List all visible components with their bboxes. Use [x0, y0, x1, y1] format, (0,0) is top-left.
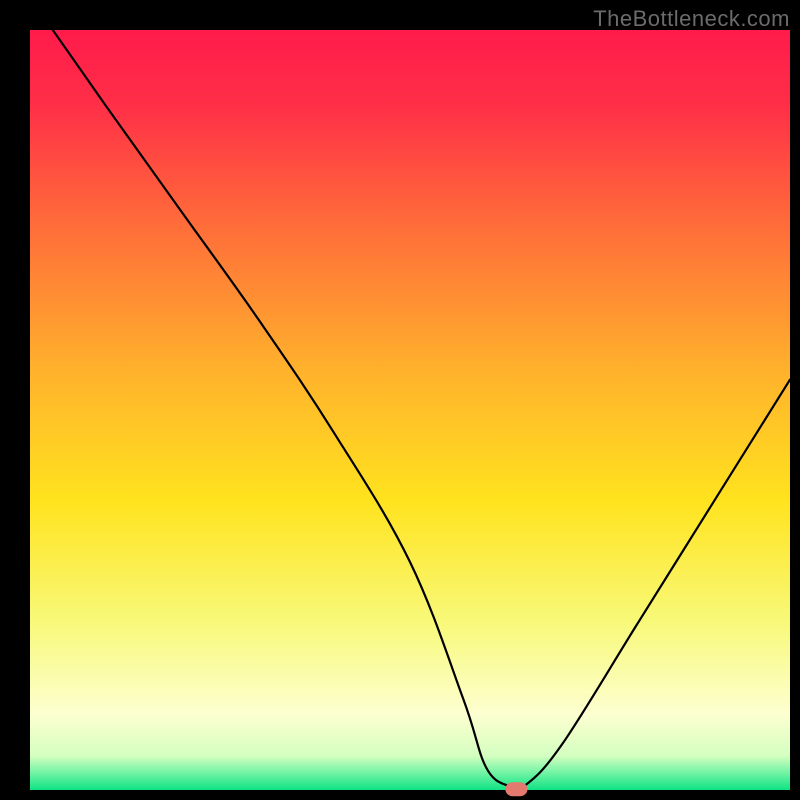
minimum-marker — [505, 782, 527, 796]
plot-background — [30, 30, 790, 790]
chart-frame: TheBottleneck.com — [0, 0, 800, 800]
bottleneck-chart — [0, 0, 800, 800]
watermark-text: TheBottleneck.com — [593, 6, 790, 32]
